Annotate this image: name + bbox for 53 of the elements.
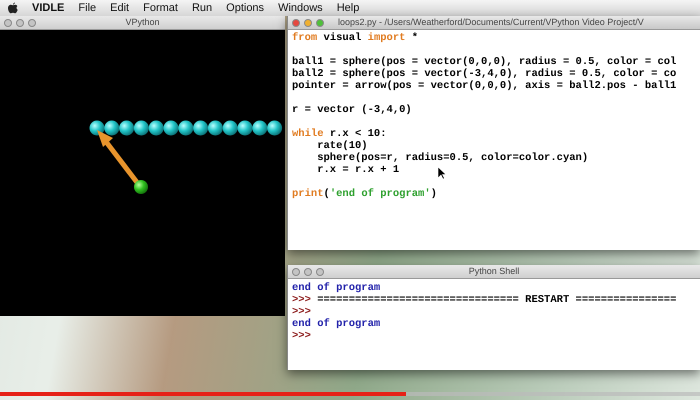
window-title: Python Shell: [468, 264, 520, 278]
window-title: VPython: [125, 16, 160, 29]
sphere: [134, 120, 149, 136]
shell-line: >>> ================================ RESTART ================: [292, 294, 676, 306]
sphere: [148, 120, 164, 136]
shell-line: >>>: [292, 306, 311, 318]
apple-logo-icon[interactable]: [8, 2, 18, 14]
sphere: [208, 120, 223, 136]
code-line: print('end of program'): [292, 187, 437, 200]
code-line: ball2 = sphere(pos = vector(-3,4,0), radius = 0.5, color = co: [292, 68, 676, 80]
code-line: pointer = arrow(pos = vector(0,0,0), axis = ball2.pos - ball1: [292, 80, 676, 92]
sphere: [164, 120, 178, 136]
window-title: loops2.py - /Users/Weatherford/Documents/Current/VPython Video Project/V: [338, 16, 644, 29]
sphere: [90, 120, 104, 136]
menu-item[interactable]: File: [78, 0, 96, 16]
code-line: ball1 = sphere(pos = vector(0,0,0), radius = 0.5, color = col: [292, 55, 676, 68]
sphere: [119, 120, 134, 136]
menu-item[interactable]: Help: [336, 0, 360, 16]
sphere: [178, 120, 194, 136]
mouse-pointer-icon: [438, 167, 446, 180]
video-progress-track[interactable]: [0, 392, 700, 396]
code-line: rate(10): [316, 140, 368, 152]
code-line: from visual import *: [292, 32, 418, 44]
sphere: [222, 120, 238, 136]
sphere: [193, 120, 208, 136]
code-line: while r.x < 10:: [292, 127, 387, 140]
shell-line: end of program: [292, 318, 380, 330]
menu-item[interactable]: Format: [143, 0, 178, 16]
code-line: r = vector (-3,4,0): [292, 103, 412, 116]
sphere: [134, 180, 148, 194]
close-button[interactable]: [292, 19, 300, 27]
code-line: r.x = r.x + 1: [316, 164, 400, 176]
code-line: sphere(pos=r, radius=0.5, color=color.cyan): [316, 152, 588, 164]
sphere: [267, 120, 282, 136]
app-menu[interactable]: VIDLE: [32, 0, 64, 16]
zoom-button[interactable]: [316, 268, 324, 276]
sphere: [252, 120, 268, 136]
menu-item[interactable]: Windows: [278, 0, 323, 16]
menu-item[interactable]: Options: [226, 0, 264, 16]
sphere: [104, 120, 120, 136]
shell-line: >>>: [292, 330, 311, 342]
close-button[interactable]: [292, 268, 300, 276]
shell-output[interactable]: end of program >>> ================================ RESTART ================ >>> end of program >>>: [288, 279, 700, 370]
menu-item[interactable]: Edit: [110, 0, 130, 16]
sphere: [238, 120, 252, 136]
shell-line: end of program: [292, 282, 380, 294]
minimize-button[interactable]: [304, 268, 312, 276]
close-button[interactable]: [4, 19, 12, 27]
minimize-button[interactable]: [16, 19, 24, 27]
zoom-button[interactable]: [316, 19, 324, 27]
zoom-button[interactable]: [28, 19, 36, 27]
minimize-button[interactable]: [304, 19, 312, 27]
menu-item[interactable]: Run: [192, 0, 212, 16]
